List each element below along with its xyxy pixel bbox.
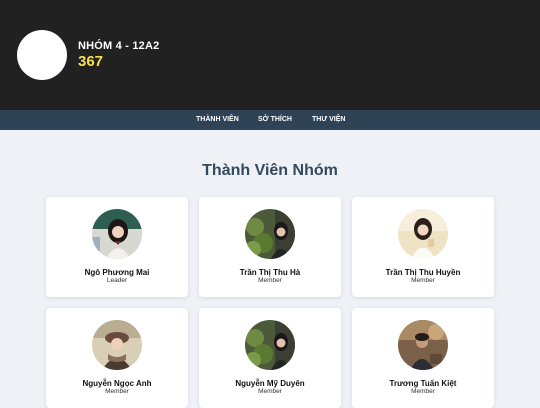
member-role: Member xyxy=(105,388,129,395)
member-avatar xyxy=(245,320,295,370)
member-role: Member xyxy=(411,388,435,395)
member-card[interactable]: Nguyễn Ngọc Anh Member xyxy=(46,308,188,408)
member-avatar xyxy=(245,209,295,259)
member-card[interactable]: Trần Thị Thu Hà Member xyxy=(199,197,341,297)
member-avatar xyxy=(92,320,142,370)
member-name: Nguyễn Ngọc Anh xyxy=(82,379,152,388)
member-name: Trần Thị Thu Huyền xyxy=(385,268,461,277)
member-card[interactable]: Trần Thị Thu Huyền Member xyxy=(352,197,494,297)
group-count: 367 xyxy=(78,53,104,70)
member-name: Nguyễn Mỹ Duyên xyxy=(235,379,305,388)
member-name: Trương Tuấn Kiệt xyxy=(389,379,457,388)
nav-thu-vien[interactable]: THƯ VIỆN xyxy=(312,110,345,130)
nav-thanh-vien[interactable]: THÀNH VIÊN xyxy=(196,110,239,130)
member-avatar xyxy=(398,320,448,370)
group-name: NHÓM 4 - 12A2 xyxy=(78,40,160,52)
member-card[interactable]: Ngô Phương Mai Leader xyxy=(46,197,188,297)
section-title: Thành Viên Nhóm xyxy=(202,162,338,179)
member-role: Member xyxy=(258,388,282,395)
member-avatar xyxy=(398,209,448,259)
navbar: THÀNH VIÊN SỞ THÍCH THƯ VIỆN xyxy=(0,110,540,130)
member-avatar xyxy=(92,209,142,259)
member-role: Member xyxy=(411,277,435,284)
nav-so-thich[interactable]: SỞ THÍCH xyxy=(258,110,292,130)
member-name: Ngô Phương Mai xyxy=(84,268,150,277)
header: NHÓM 4 - 12A2 367 xyxy=(0,0,540,110)
member-role: Leader xyxy=(106,277,128,284)
group-logo xyxy=(17,30,67,80)
member-card[interactable]: Trương Tuấn Kiệt Member xyxy=(352,308,494,408)
member-role: Member xyxy=(258,277,282,284)
member-card[interactable]: Nguyễn Mỹ Duyên Member xyxy=(199,308,341,408)
member-name: Trần Thị Thu Hà xyxy=(239,268,301,277)
